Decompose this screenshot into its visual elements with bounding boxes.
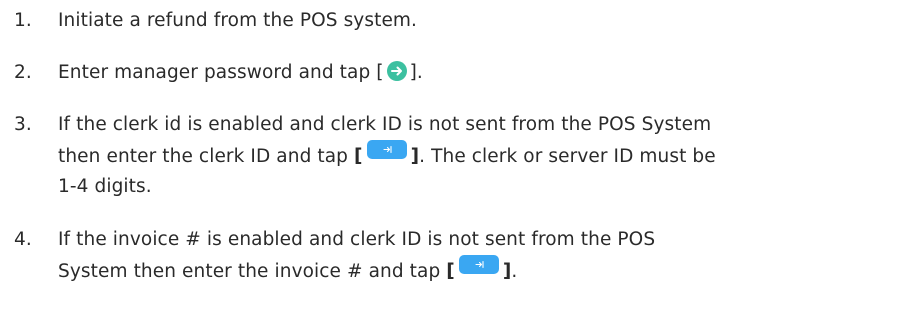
bracket-open: [ bbox=[354, 146, 363, 167]
step-line: Initiate a refund from the POS system. bbox=[58, 10, 418, 31]
step-text-after: ]. bbox=[409, 62, 423, 83]
step-text-before: System then enter the invoice # and tap bbox=[58, 261, 441, 282]
bracket-close: ] bbox=[410, 146, 420, 167]
step-line: If the invoice # is enabled and clerk ID… bbox=[58, 229, 656, 250]
step-line: then enter the clerk ID and tap []. The … bbox=[58, 140, 918, 171]
tab-key-icon bbox=[458, 255, 499, 274]
step-number: 4. bbox=[14, 229, 32, 250]
step-text: Initiate a refund from the POS system. bbox=[58, 5, 918, 36]
bracket-open: [ bbox=[446, 261, 455, 282]
step-line: 1-4 digits. bbox=[58, 176, 152, 197]
step-text-before: then enter the clerk ID and tap bbox=[58, 146, 349, 167]
instruction-steps: 1. Initiate a refund from the POS system… bbox=[0, 0, 921, 319]
step-line: Enter manager password and tap []. bbox=[58, 57, 918, 88]
step-line: System then enter the invoice # and tap … bbox=[58, 255, 918, 286]
step-text-after: . bbox=[511, 261, 518, 282]
step-number: 3. bbox=[14, 114, 32, 135]
step-text-after: . The clerk or server ID must be bbox=[419, 146, 716, 167]
step-text: If the invoice # is enabled and clerk ID… bbox=[58, 224, 918, 286]
step-text: Enter manager password and tap []. bbox=[58, 57, 918, 88]
step-number: 1. bbox=[14, 10, 32, 31]
step-text-before: Enter manager password and tap [ bbox=[58, 62, 384, 83]
tab-key-icon bbox=[366, 140, 407, 159]
step-text: If the clerk id is enabled and clerk ID … bbox=[58, 109, 918, 202]
green-arrow-circle-icon bbox=[386, 61, 407, 81]
step-line: If the clerk id is enabled and clerk ID … bbox=[58, 114, 712, 135]
step-number: 2. bbox=[14, 62, 32, 83]
